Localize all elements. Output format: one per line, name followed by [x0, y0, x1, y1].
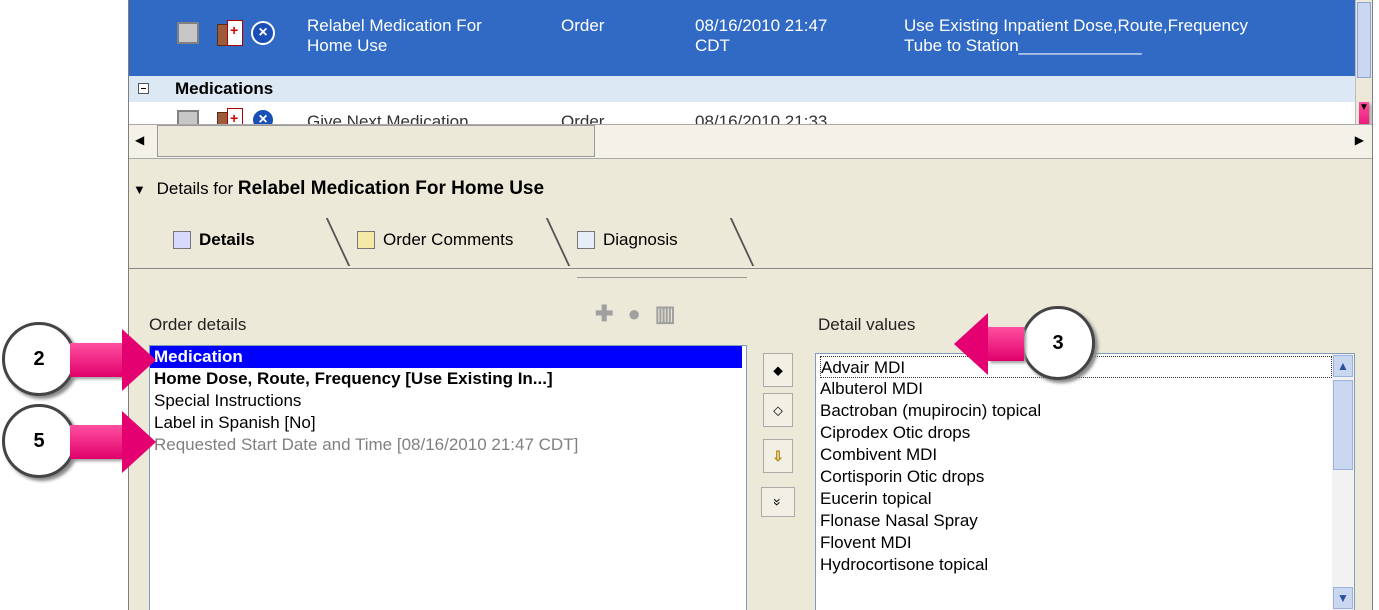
order-type: Order — [561, 112, 605, 124]
comments-tab-icon — [357, 231, 375, 249]
detail-values-list[interactable]: Advair MDI Albuterol MDI Bactroban (mupi… — [815, 353, 1355, 610]
next-field-button[interactable]: ⬦ — [763, 393, 793, 427]
detail-value-item[interactable]: Cortisporin Otic drops — [820, 466, 1332, 488]
scroll-thumb[interactable] — [1333, 380, 1353, 470]
toolbar-icons: ✚●▥ — [595, 301, 690, 327]
order-detail-label-spanish[interactable]: Label in Spanish [No] — [150, 412, 742, 434]
detail-value-item[interactable]: Hydrocortisone topical — [820, 554, 1332, 576]
scroll-left-icon[interactable]: ◀ — [135, 133, 144, 147]
scroll-up-icon[interactable]: ▲ — [1333, 355, 1353, 377]
detail-value-item[interactable]: Eucerin topical — [820, 488, 1332, 510]
scroll-down-icon[interactable]: ▼ — [1333, 587, 1353, 609]
add-icon[interactable]: ✚ — [595, 301, 627, 326]
callout-arrow-2 — [70, 329, 156, 391]
callout-2: 2 — [2, 322, 76, 396]
previous-field-button[interactable]: ⬥ — [763, 353, 793, 387]
detail-value-item[interactable]: Ciprodex Otic drops — [820, 422, 1332, 444]
order-details-summary: Use Existing Inpatient Dose,Route,Freque… — [904, 16, 1248, 55]
discontinue-x-icon[interactable]: × — [251, 108, 275, 124]
scroll-thumb[interactable] — [1357, 2, 1371, 78]
order-datetime: 08/16/2010 21:47 CDT — [695, 16, 828, 55]
order-type: Order — [561, 16, 605, 35]
medication-order-icon — [217, 20, 243, 46]
last-field-button[interactable]: » — [761, 487, 795, 517]
callout-arrow-3 — [954, 313, 1024, 375]
orders-vertical-scrollbar[interactable]: ▼ — [1355, 0, 1372, 136]
chart-icon[interactable]: ▥ — [655, 301, 690, 326]
details-prefix: Details for — [156, 179, 234, 198]
detail-value-item[interactable]: Flovent MDI — [820, 532, 1332, 554]
detail-value-item[interactable]: Flonase Nasal Spray — [820, 510, 1332, 532]
order-name: Relabel Medication For Home Use — [307, 16, 482, 55]
order-detail-special-instructions[interactable]: Special Instructions — [150, 390, 742, 412]
group-label: Medications — [175, 79, 274, 98]
selected-order-row[interactable]: × Relabel Medication For Home Use Order … — [129, 0, 1355, 76]
details-tab-icon — [173, 231, 191, 249]
partial-order-row[interactable]: × Give Next Medication Order 08/16/2010 … — [129, 102, 1355, 124]
order-window: × Relabel Medication For Home Use Order … — [128, 0, 1373, 610]
detail-value-item[interactable]: Bactroban (mupirocin) topical — [820, 400, 1332, 422]
toolbar-separator — [577, 277, 747, 278]
detail-values-scrollbar[interactable]: ▲ ▼ — [1332, 354, 1354, 610]
collapse-icon[interactable] — [138, 83, 149, 94]
details-panel: ✚●▥ Order details Detail values Medicati… — [129, 268, 1372, 610]
medication-order-icon — [217, 108, 243, 124]
scroll-thumb[interactable] — [157, 125, 595, 157]
details-header[interactable]: ▼ Details for Relabel Medication For Hom… — [133, 178, 544, 200]
detail-value-item[interactable]: Combivent MDI — [820, 444, 1332, 466]
tab-details[interactable]: Details — [163, 214, 265, 266]
order-details-label: Order details — [149, 315, 247, 334]
pill-icon[interactable]: ● — [627, 301, 654, 326]
details-title: Relabel Medication For Home Use — [237, 178, 545, 199]
orders-horizontal-scrollbar[interactable]: ◀ ▶ — [129, 124, 1372, 159]
diagnosis-tab-icon — [577, 231, 595, 249]
detail-value-item[interactable]: Albuterol MDI — [820, 378, 1332, 400]
discontinue-x-icon[interactable]: × — [251, 21, 275, 45]
callout-5: 5 — [2, 404, 76, 478]
scroll-right-icon[interactable]: ▶ — [1355, 133, 1364, 147]
collapse-triangle-icon[interactable]: ▼ — [133, 182, 146, 197]
tab-diagnosis[interactable]: Diagnosis — [567, 214, 688, 266]
callout-arrow-5 — [70, 411, 156, 473]
details-tabs: Details Order Comments Diagnosis — [143, 212, 1143, 268]
order-datetime: 08/16/2010 21:33 — [695, 112, 828, 124]
order-checkbox[interactable] — [177, 22, 199, 44]
callout-3: 3 — [1021, 306, 1095, 380]
order-details-list[interactable]: Medication Home Dose, Route, Frequency [… — [149, 345, 747, 610]
order-detail-home-dose[interactable]: Home Dose, Route, Frequency [Use Existin… — [150, 368, 742, 390]
order-detail-medication[interactable]: Medication — [150, 346, 742, 368]
order-name: Give Next Medication — [307, 112, 469, 124]
detail-values-label: Detail values — [818, 315, 916, 334]
order-checkbox[interactable] — [177, 110, 199, 124]
tab-divider — [729, 218, 755, 266]
tab-order-comments[interactable]: Order Comments — [347, 214, 523, 266]
order-detail-start-date[interactable]: Requested Start Date and Time [08/16/201… — [150, 434, 742, 456]
next-required-button[interactable]: ⇩ — [763, 439, 793, 473]
medications-group-row[interactable]: Medications — [129, 76, 1355, 103]
